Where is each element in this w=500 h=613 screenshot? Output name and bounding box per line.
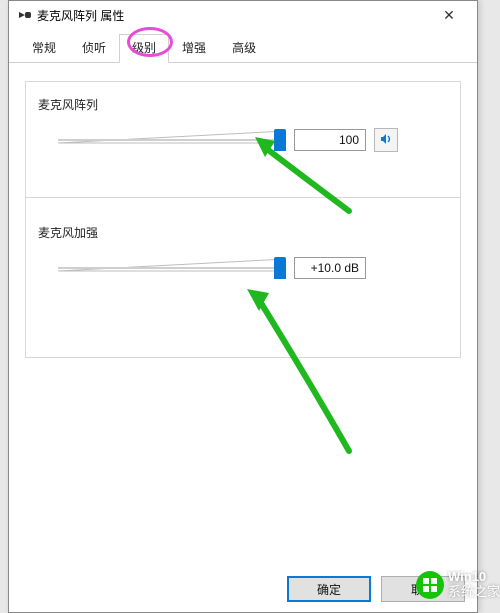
mic-array-label: 麦克风阵列 <box>38 96 448 113</box>
mic-boost-value[interactable]: +10.0 dB <box>294 257 366 279</box>
tab-levels[interactable]: 级别 <box>119 34 169 63</box>
tab-advanced[interactable]: 高级 <box>219 34 269 63</box>
mic-boost-slider[interactable] <box>58 255 286 281</box>
tab-strip: 常规 侦听 级别 增强 高级 <box>9 29 477 63</box>
dialog-button-bar: 确定 取消 <box>287 576 465 602</box>
ok-button[interactable]: 确定 <box>287 576 371 602</box>
speaker-icon <box>379 132 393 149</box>
mic-boost-slider-row: +10.0 dB <box>38 255 448 281</box>
slider-thumb[interactable] <box>274 129 286 151</box>
window-title: 麦克风阵列 属性 <box>37 7 429 24</box>
tab-general[interactable]: 常规 <box>19 34 69 63</box>
properties-dialog: 麦克风阵列 属性 ✕ 常规 侦听 级别 增强 高级 麦克风阵列 <box>8 0 478 613</box>
close-button[interactable]: ✕ <box>429 3 469 27</box>
microphone-icon <box>17 10 33 20</box>
tab-listen[interactable]: 侦听 <box>69 34 119 63</box>
slider-track <box>58 267 286 269</box>
mic-boost-group: 麦克风加强 +10.0 dB <box>38 224 448 281</box>
tab-enhancements[interactable]: 增强 <box>169 34 219 63</box>
mic-array-value[interactable]: 100 <box>294 129 366 151</box>
close-icon: ✕ <box>443 7 455 24</box>
mic-boost-label: 麦克风加强 <box>38 224 448 241</box>
cancel-button[interactable]: 取消 <box>381 576 465 602</box>
slider-track <box>58 139 286 141</box>
group-divider <box>26 197 460 198</box>
titlebar: 麦克风阵列 属性 ✕ <box>9 1 477 29</box>
tab-content: 麦克风阵列 100 <box>9 63 477 370</box>
mic-array-slider[interactable] <box>58 127 286 153</box>
levels-panel: 麦克风阵列 100 <box>25 81 461 358</box>
mute-button[interactable] <box>374 128 398 152</box>
mic-array-group: 麦克风阵列 100 <box>38 96 448 153</box>
slider-thumb[interactable] <box>274 257 286 279</box>
mic-array-slider-row: 100 <box>38 127 448 153</box>
